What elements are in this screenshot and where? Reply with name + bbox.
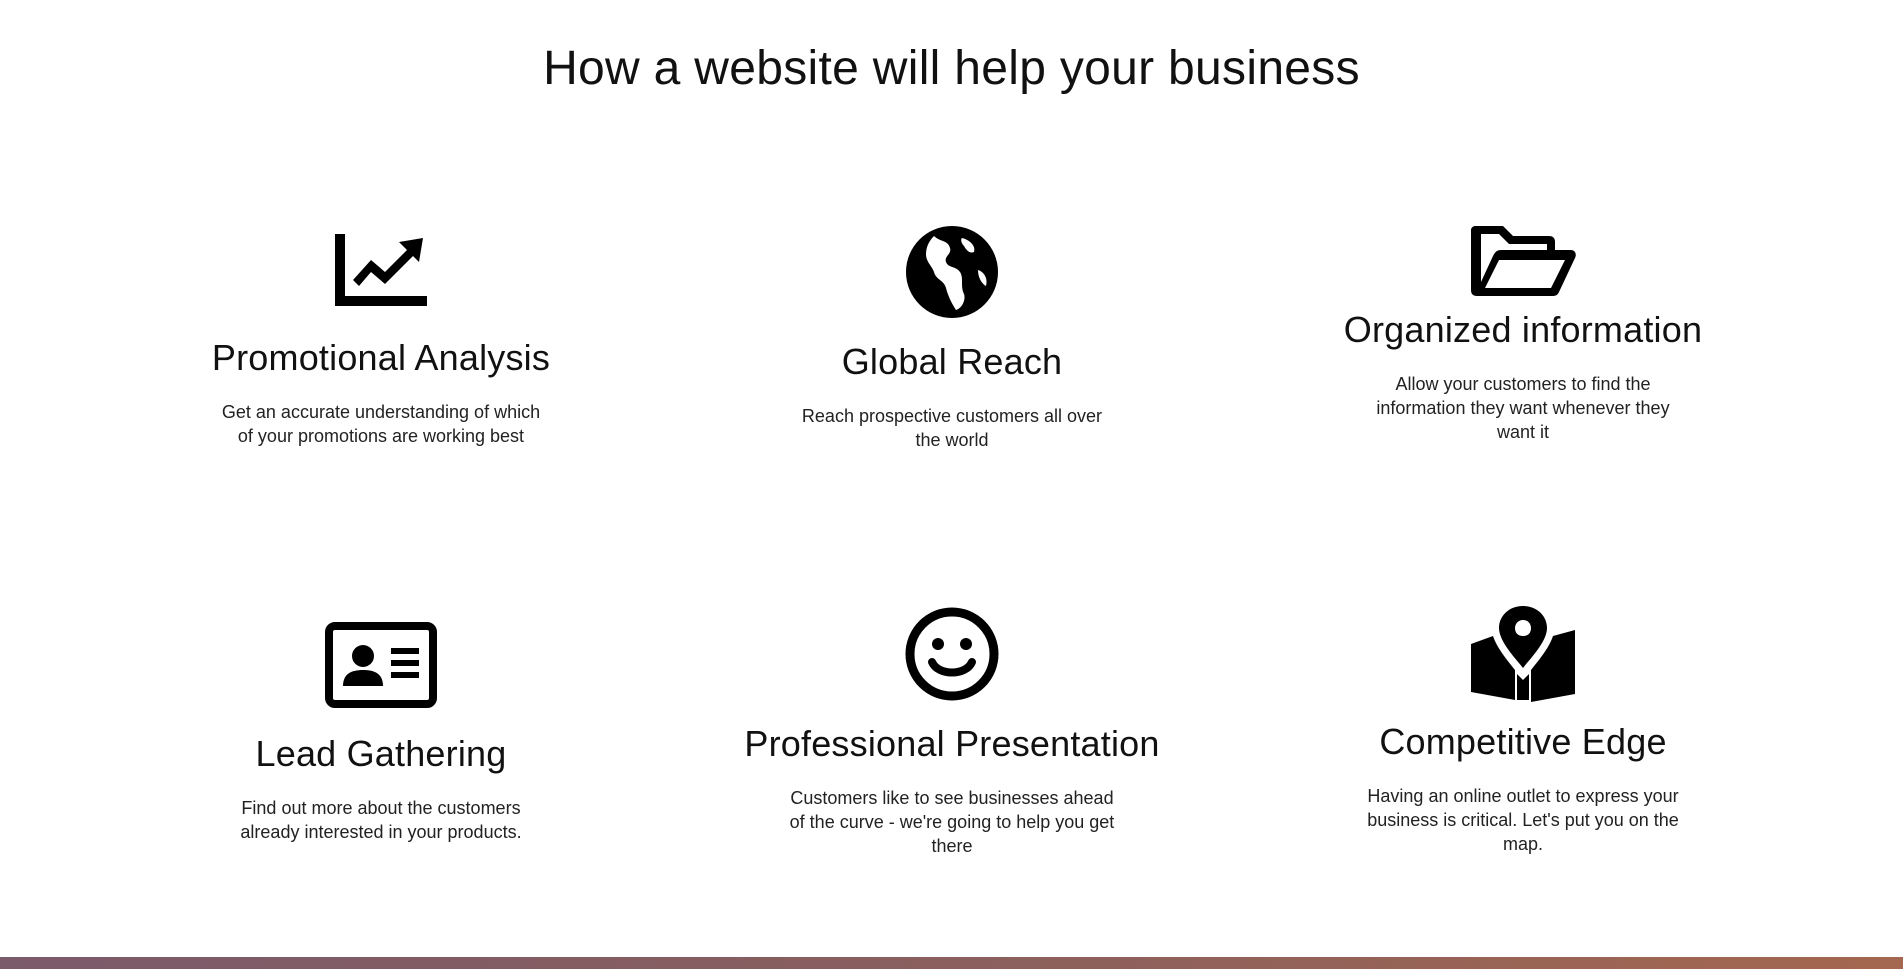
globe-icon xyxy=(904,224,1000,320)
feature-title: Promotional Analysis xyxy=(211,337,551,378)
feature-professional-presentation: Professional Presentation Customers like… xyxy=(722,606,1182,858)
feature-description: Having an online outlet to express your … xyxy=(1367,786,1679,854)
page-title: How a website will help your business xyxy=(543,42,1360,95)
feature-title: Organized information xyxy=(1343,309,1703,350)
feature-title: Competitive Edge xyxy=(1379,721,1667,762)
feature-description: Find out more about the customers alread… xyxy=(240,798,522,842)
feature-title: Global Reach xyxy=(841,341,1063,382)
id-card-icon xyxy=(325,622,437,708)
feature-promotional-analysis: Promotional Analysis Get an accurate und… xyxy=(151,230,611,448)
feature-title: Professional Presentation xyxy=(744,723,1160,764)
feature-description: Get an accurate understanding of which o… xyxy=(221,402,541,446)
map-marked-icon xyxy=(1467,604,1579,702)
feature-organized-information: Organized information Allow your custome… xyxy=(1293,222,1753,444)
feature-description: Reach prospective customers all over the… xyxy=(801,406,1103,450)
feature-competitive-edge: Competitive Edge Having an online outlet… xyxy=(1293,604,1753,856)
feature-lead-gathering: Lead Gathering Find out more about the c… xyxy=(151,622,611,844)
feature-global-reach: Global Reach Reach prospective customers… xyxy=(722,224,1182,452)
feature-description: Allow your customers to find the informa… xyxy=(1376,374,1670,442)
footer-gradient-band xyxy=(0,957,1903,969)
feature-description: Customers like to see businesses ahead o… xyxy=(789,788,1115,856)
smile-icon xyxy=(904,606,1000,702)
chart-line-icon xyxy=(331,230,431,308)
folder-open-icon xyxy=(1467,222,1579,298)
feature-title: Lead Gathering xyxy=(255,733,507,774)
